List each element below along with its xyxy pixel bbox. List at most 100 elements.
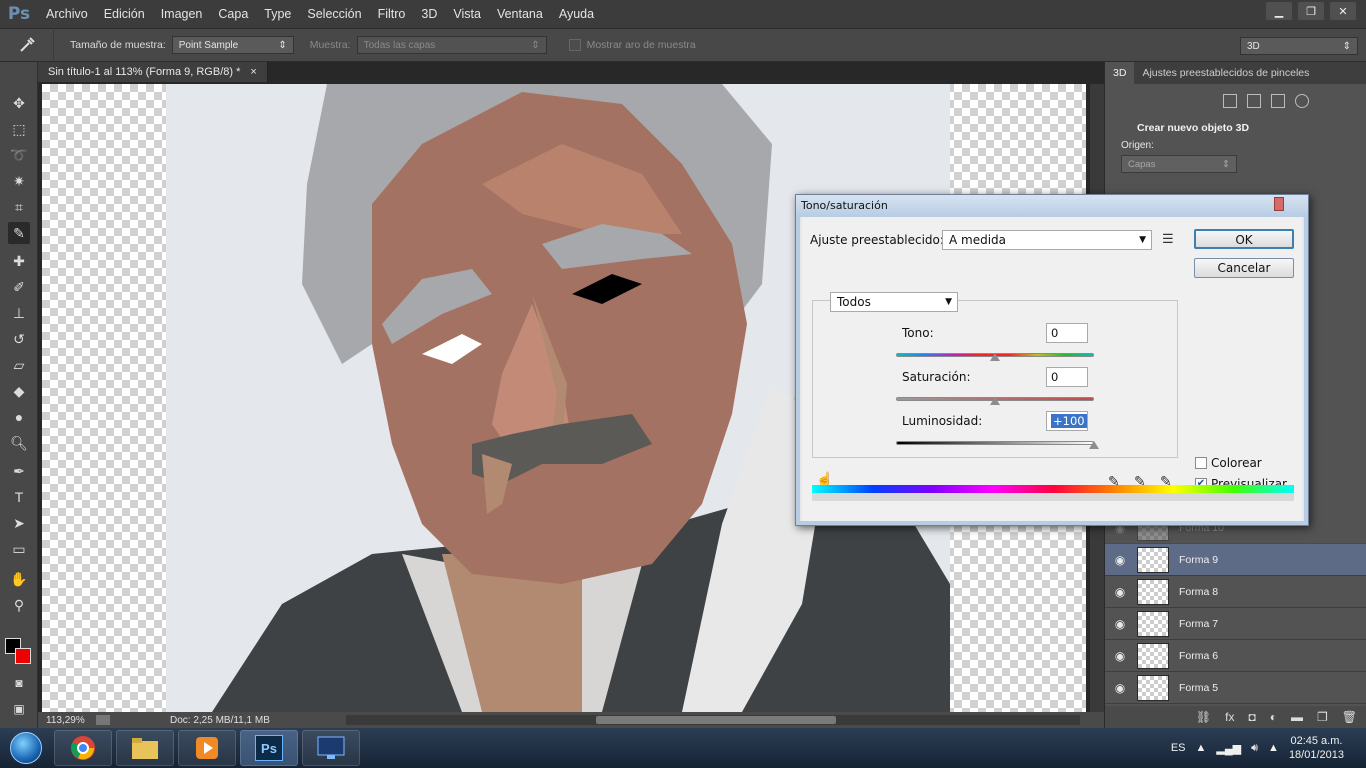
eyedropper-tool-icon[interactable]: ✎: [8, 222, 30, 244]
lightness-slider-track[interactable]: [896, 441, 1094, 445]
bucket-tool-icon[interactable]: ◆: [8, 380, 30, 402]
visibility-eye-icon[interactable]: ◉: [1105, 681, 1135, 695]
pen-tool-icon[interactable]: ✒: [8, 460, 30, 482]
ok-button[interactable]: OK: [1194, 229, 1294, 249]
trash-icon[interactable]: 🗑︎: [1342, 710, 1357, 724]
layer-row[interactable]: ◉ Forma 9: [1105, 544, 1366, 576]
type-tool-icon[interactable]: T: [8, 486, 30, 508]
brush-tool-icon[interactable]: ✐: [8, 276, 30, 298]
menu-ayuda[interactable]: Ayuda: [551, 0, 602, 28]
hand-tool-icon[interactable]: ✋: [8, 568, 30, 590]
tab-3d[interactable]: 3D: [1105, 62, 1135, 84]
close-button[interactable]: ✕: [1330, 2, 1356, 20]
hue-input[interactable]: 0: [1046, 323, 1088, 343]
shape-tool-icon[interactable]: ▭: [8, 538, 30, 560]
zoom-tool-icon[interactable]: ⚲: [8, 594, 30, 616]
menu-type[interactable]: Type: [256, 0, 299, 28]
export-icon[interactable]: [96, 715, 110, 725]
zoom-level[interactable]: 113,29%: [38, 715, 94, 726]
link-icon[interactable]: ⛓: [1196, 710, 1211, 724]
crop-tool-icon[interactable]: ⌗: [8, 196, 30, 218]
close-tab-icon[interactable]: ×: [250, 66, 256, 78]
mesh-icon[interactable]: [1246, 94, 1261, 108]
document-tab[interactable]: Sin título-1 al 113% (Forma 9, RGB/8) * …: [38, 62, 268, 82]
hue-slider-thumb[interactable]: [990, 353, 1000, 361]
saturation-slider-thumb[interactable]: [990, 397, 1000, 405]
taskbar-display-settings[interactable]: [302, 730, 360, 766]
horizontal-scroll-thumb[interactable]: [596, 716, 836, 724]
layer-row[interactable]: ◉ Forma 7: [1105, 608, 1366, 640]
move-tool-icon[interactable]: ✥: [8, 92, 30, 114]
blur-tool-icon[interactable]: ●: [8, 406, 30, 428]
preset-select[interactable]: A medida ▼: [942, 230, 1152, 250]
scene-icon[interactable]: [1222, 94, 1237, 108]
origin-select[interactable]: Capas ⇕: [1121, 155, 1237, 173]
taskbar-chrome[interactable]: [54, 730, 112, 766]
menu-vista[interactable]: Vista: [445, 0, 489, 28]
mask-icon[interactable]: ◘: [1249, 710, 1256, 724]
channel-select[interactable]: Todos ▼: [830, 292, 958, 312]
menu-ventana[interactable]: Ventana: [489, 0, 551, 28]
cancel-button[interactable]: Cancelar: [1194, 258, 1294, 278]
path-selection-tool-icon[interactable]: ➤: [8, 512, 30, 534]
menu-archivo[interactable]: Archivo: [38, 0, 96, 28]
start-button[interactable]: [0, 728, 52, 768]
eraser-tool-icon[interactable]: ▱: [8, 354, 30, 376]
colorize-checkbox[interactable]: [1195, 457, 1207, 469]
visibility-eye-icon[interactable]: ◉: [1105, 553, 1135, 567]
menu-seleccion[interactable]: Selección: [299, 0, 369, 28]
menu-3d[interactable]: 3D: [413, 0, 445, 28]
dialog-close-button[interactable]: [1274, 197, 1284, 211]
sample-select[interactable]: Todas las capas ⇕: [356, 36, 547, 54]
drive-icon[interactable]: ▲: [1268, 742, 1279, 754]
saturation-input[interactable]: 0: [1046, 367, 1088, 387]
new-layer-icon[interactable]: ❐: [1317, 710, 1328, 724]
layer-row[interactable]: ◉ Forma 6: [1105, 640, 1366, 672]
quick-mask-icon[interactable]: ◙: [8, 672, 30, 694]
volume-icon[interactable]: 🔊︎: [1251, 742, 1258, 755]
menu-filtro[interactable]: Filtro: [370, 0, 414, 28]
adjustment-icon[interactable]: ◐: [1270, 710, 1277, 724]
clock[interactable]: 02:45 a.m. 18/01/2013: [1289, 734, 1344, 762]
lightness-input[interactable]: +100: [1046, 411, 1088, 431]
screen-mode-icon[interactable]: ▣: [8, 698, 30, 720]
material-icon[interactable]: [1270, 94, 1285, 108]
light-icon[interactable]: [1294, 94, 1309, 108]
magic-wand-tool-icon[interactable]: ✷: [8, 170, 30, 192]
sample-size-select[interactable]: Point Sample ⇕: [171, 36, 294, 54]
preset-options-icon[interactable]: ☰: [1162, 231, 1174, 247]
horizontal-scrollbar[interactable]: [346, 715, 1080, 725]
eyedropper-tool-preset[interactable]: [0, 28, 54, 62]
menu-capa[interactable]: Capa: [210, 0, 256, 28]
menu-imagen[interactable]: Imagen: [153, 0, 211, 28]
layer-row[interactable]: ◉ Forma 5: [1105, 672, 1366, 704]
history-brush-tool-icon[interactable]: ↺: [8, 328, 30, 350]
layer-row[interactable]: ◉ Forma 8: [1105, 576, 1366, 608]
clock-date: 18/01/2013: [1288, 749, 1344, 761]
network-icon[interactable]: ▂▄▆: [1216, 742, 1241, 755]
visibility-eye-icon[interactable]: ◉: [1105, 585, 1135, 599]
visibility-eye-icon[interactable]: ◉: [1105, 649, 1135, 663]
taskbar-photoshop[interactable]: Ps: [240, 730, 298, 766]
workspace-select[interactable]: 3D ⇕: [1240, 37, 1358, 55]
taskbar-media-player[interactable]: [178, 730, 236, 766]
menu-edicion[interactable]: Edición: [96, 0, 153, 28]
restore-button[interactable]: ❐: [1298, 2, 1324, 20]
language-indicator[interactable]: ES: [1171, 742, 1186, 754]
3d-filter-icons: [1105, 84, 1366, 116]
lasso-tool-icon[interactable]: ➰: [8, 144, 30, 166]
background-color-swatch[interactable]: [15, 648, 31, 664]
stamp-tool-icon[interactable]: ⊥: [8, 302, 30, 324]
taskbar-explorer[interactable]: [116, 730, 174, 766]
healing-brush-tool-icon[interactable]: ✚: [8, 250, 30, 272]
minimize-button[interactable]: ▁: [1266, 2, 1292, 20]
visibility-eye-icon[interactable]: ◉: [1105, 617, 1135, 631]
tab-brush-presets[interactable]: Ajustes preestablecidos de pinceles: [1134, 62, 1317, 84]
marquee-tool-icon[interactable]: ⬚: [8, 118, 30, 140]
folder-icon[interactable]: ▬: [1291, 710, 1303, 724]
lightness-slider-thumb[interactable]: [1089, 441, 1099, 449]
show-ring-checkbox[interactable]: [568, 39, 581, 51]
fx-icon[interactable]: fx: [1225, 710, 1234, 724]
dodge-tool-icon[interactable]: 🔍︎: [8, 432, 30, 454]
tray-arrow-icon[interactable]: ▲: [1196, 742, 1207, 754]
